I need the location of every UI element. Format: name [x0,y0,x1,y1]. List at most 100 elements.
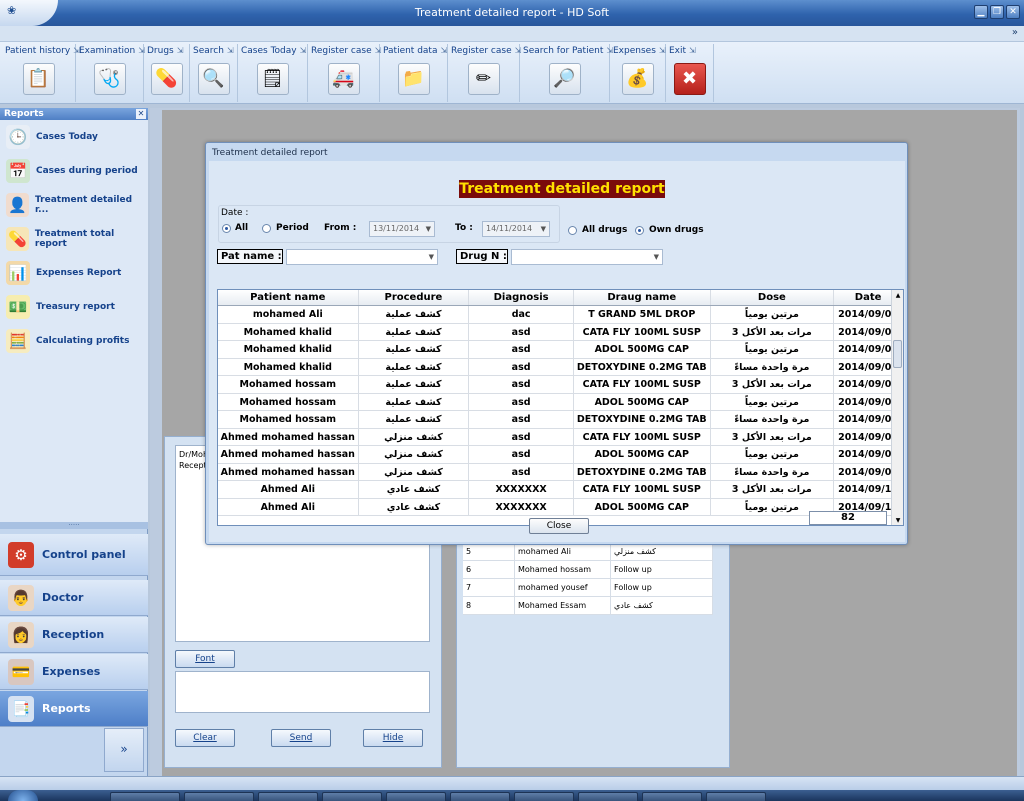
column-header[interactable]: Dose [711,290,835,305]
close-icon[interactable]: ✕ [136,109,146,119]
nav-reports[interactable]: 📑 Reports [0,691,148,727]
ribbon-collapse-button[interactable]: » [1012,27,1018,38]
nav-expenses[interactable]: 💳 Expenses [0,654,148,690]
from-date-picker[interactable]: 13/11/2014 ▼ [369,221,435,237]
money-bag-icon[interactable]: 💰 [621,63,654,95]
taskbar-item[interactable] [450,792,510,801]
own-drugs-radio[interactable] [635,226,644,235]
sidebar-item-expenses-report[interactable]: 📊 Expenses Report [6,258,144,288]
toolbar-group-patient-history[interactable]: Patient history ⇲ 📋 [2,44,80,102]
sidebar-item-treasury-report[interactable]: 💵 Treasury report [6,292,144,322]
sidebar-item-calculating-profits[interactable]: 🧮 Calculating profits [6,326,144,356]
table-row[interactable]: Ahmed Ali كشف عادي XXXXXXX CATA FLY 100ML S… [218,481,903,499]
pat-name-combo[interactable]: ▼ [286,249,438,265]
taskbar-item[interactable] [642,792,702,801]
font-button[interactable]: Font [175,650,235,668]
toolbar-group-register-case-2[interactable]: Register case ⇲ ✏ [448,44,521,102]
drug-name-cell: ADOL 500MG CAP [574,393,711,410]
ambulance-icon[interactable]: 🚑 [327,63,360,95]
clear-button[interactable]: Clear [175,729,235,747]
hide-button[interactable]: Hide [363,729,423,747]
table-row[interactable]: 7 mohamed yousef Follow up [463,579,713,597]
to-date-picker[interactable]: 14/11/2014 ▼ [482,221,550,237]
grid-scrollbar[interactable]: ▲ ▼ [891,290,903,525]
taskbar-item[interactable] [578,792,638,801]
toolbar-group-search-patient[interactable]: Search for Patient ⇲ 🔎 [520,44,613,102]
taskbar-item[interactable] [184,792,254,801]
search-icon[interactable]: 🔍 [197,63,230,95]
toolbar-group-exit[interactable]: Exit ⇲ ✖ [666,44,714,102]
drugs-icon[interactable]: 💊 [150,63,183,95]
column-header[interactable]: Patient name [218,290,359,305]
nav-control-panel[interactable]: ⚙ Control panel [0,534,148,576]
table-row[interactable]: 8 Mohamed Essam كشف عادي [463,597,713,615]
column-header[interactable]: Procedure [359,290,470,305]
send-button[interactable]: Send [271,729,331,747]
table-row[interactable]: mohamed Ali كشف عملية dac T GRAND 5ML DROP م… [218,306,903,324]
search-patient-icon[interactable]: 🔎 [548,63,581,95]
close-button[interactable]: Close [529,518,589,534]
toolbar-group-search[interactable]: Search ⇲ 🔍 [190,44,238,102]
sidebar-item-cases-period[interactable]: 📅 Cases during period [6,156,144,186]
scroll-down-icon[interactable]: ▼ [892,515,903,525]
scroll-thumb[interactable] [893,340,902,368]
nav-doctor[interactable]: 👨 Doctor [0,580,148,616]
taskbar-item[interactable] [110,792,180,801]
taskbar-item[interactable] [706,792,766,801]
taskbar [0,790,1024,801]
table-row[interactable]: Ahmed mohamed hassan كشف منزلي asd CATA FLY… [218,428,903,446]
toolbar-group-register-case[interactable]: Register case ⇲ 🚑 [308,44,381,102]
scroll-up-icon[interactable]: ▲ [892,290,903,302]
table-row[interactable]: Mohamed hossam كشف عملية asd CATA FLY 100ML… [218,376,903,394]
column-header[interactable]: Diagnosis [469,290,574,305]
nav-reception[interactable]: 👩 Reception [0,617,148,653]
cases-today-icon[interactable]: 🗒 [256,63,289,95]
table-row[interactable]: 6 Mohamed hossam Follow up [463,561,713,579]
toolbar-group-expenses[interactable]: Expenses ⇲ 💰 [610,44,666,102]
taskbar-item[interactable] [386,792,446,801]
toolbar-group-patient-data[interactable]: Patient data ⇲ 📁 [380,44,448,102]
table-row[interactable]: Ahmed mohamed hassan كشف منزلي asd DETOXYDI… [218,463,903,481]
start-button[interactable] [8,790,38,801]
toolbar-group-examination[interactable]: Examination ⇲ 🩺 [76,44,145,102]
sidebar-item-label: Treatment detailed r... [35,195,133,215]
exit-icon[interactable]: ✖ [673,63,706,95]
column-header[interactable]: Draug name [574,290,711,305]
toolbar-group-drugs[interactable]: Drugs ⇲ 💊 [144,44,190,102]
table-row[interactable]: Mohamed hossam كشف عملية asd ADOL 500MG CAP… [218,393,903,411]
table-row[interactable]: Mohamed khalid كشف عملية asd ADOL 500MG CAP… [218,341,903,359]
nav-more-button[interactable]: » [104,728,144,772]
folder-icon[interactable]: 📁 [397,63,430,95]
taskbar-item[interactable] [258,792,318,801]
taskbar-item[interactable] [322,792,382,801]
examination-icon[interactable]: 🩺 [93,63,126,95]
pen-icon[interactable]: ✏ [467,63,500,95]
minimize-button[interactable]: ▁ [974,5,988,19]
table-row[interactable]: Mohamed khalid كشف عملية asd CATA FLY 100ML… [218,323,903,341]
sidebar-item-treatment-detailed[interactable]: 👤 Treatment detailed r... [6,190,144,220]
receptionist-icon: 👩 [8,621,34,648]
chat-input[interactable] [175,671,430,713]
table-row[interactable]: Mohamed hossam كشف عملية asd DETOXYDINE 0.2… [218,411,903,429]
toolbar-group-cases-today[interactable]: Cases Today ⇲ 🗒 [238,44,308,102]
patient-name: mohamed Ali [515,543,611,560]
taskbar-item[interactable] [514,792,574,801]
period-radio[interactable] [262,224,271,233]
dose-cell: مرتين يومياً [711,446,835,463]
all-drugs-radio[interactable] [568,226,577,235]
row-number: 8 [463,597,515,614]
close-window-button[interactable]: ✕ [1006,5,1020,19]
sidebar-item-cases-today[interactable]: 🕒 Cases Today [6,122,144,152]
sidebar-item-treatment-total[interactable]: 💊 Treatment total report [6,224,144,254]
panel-splitter[interactable]: ····· [0,522,148,529]
patient-history-icon[interactable]: 📋 [22,63,55,95]
table-row[interactable]: Ahmed mohamed hassan كشف منزلي asd ADOL 500… [218,446,903,464]
restore-button[interactable]: ❐ [990,5,1004,19]
drug-name-combo[interactable]: ▼ [511,249,663,265]
table-row[interactable]: Ahmed Ali كشف عادي XXXXXXX ADOL 500MG CAP مر… [218,498,903,516]
all-radio[interactable] [222,224,231,233]
drug-name-cell: ADOL 500MG CAP [574,498,711,515]
table-row[interactable]: 5 mohamed Ali كشف منزلي [463,543,713,561]
table-row[interactable]: Mohamed khalid كشف عملية asd DETOXYDINE 0.2… [218,358,903,376]
procedure-cell: كشف عملية [359,323,470,340]
